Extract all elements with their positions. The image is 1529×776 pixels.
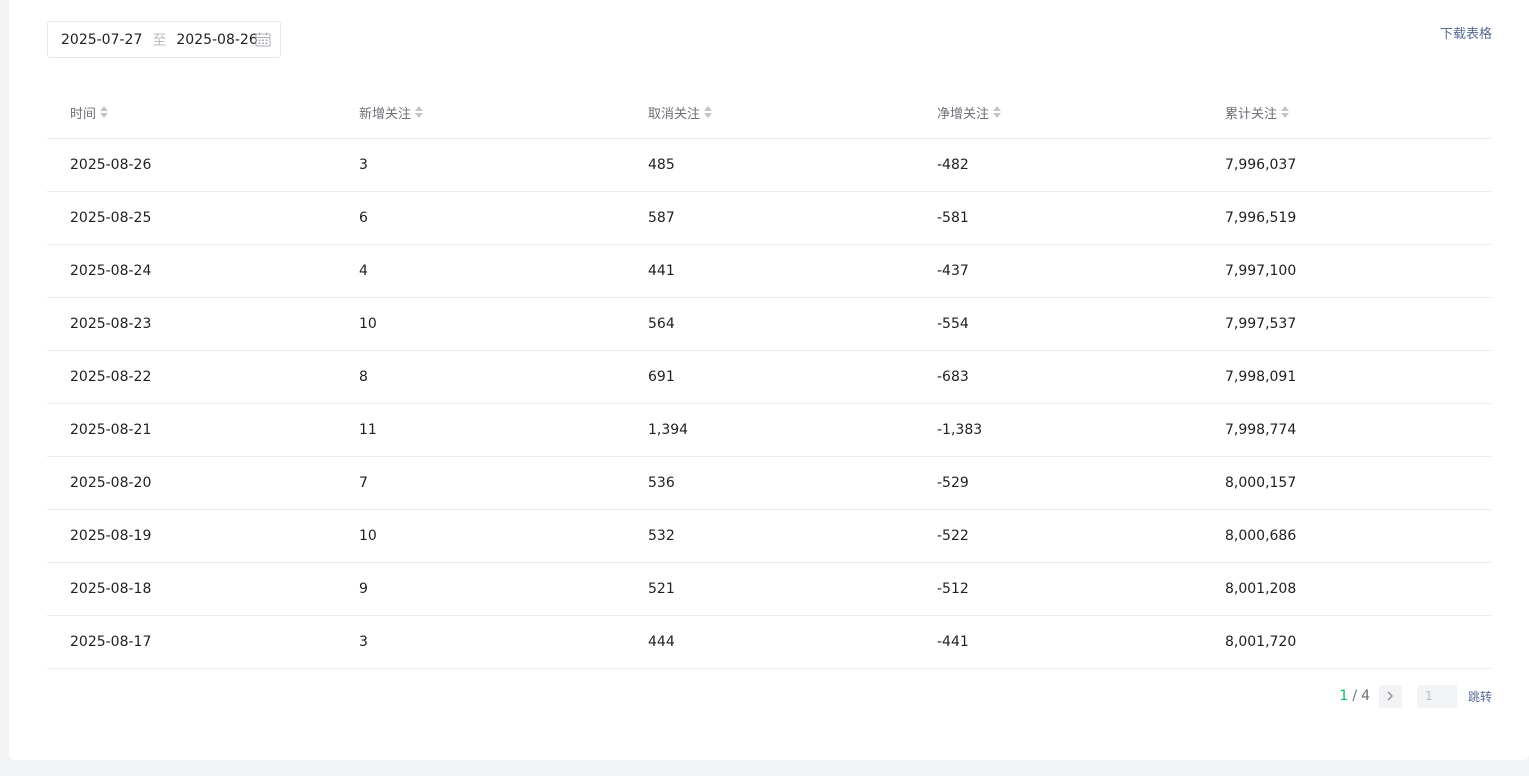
cell-net-follow: -554 [937,316,969,332]
cell-unfollow: 485 [648,157,675,173]
cell-net-follow: -512 [937,581,969,597]
cell-time: 2025-08-22 [70,369,152,385]
cell-total-follow: 8,000,157 [1225,475,1297,491]
date-start[interactable]: 2025-07-27 [61,32,142,48]
table-row: 2025-08-21 11 1,394 -1,383 7,998,774 [47,404,1491,457]
table-row: 2025-08-17 3 444 -441 8,001,720 [47,616,1491,669]
data-panel: 2025-07-27 至 2025-08-26 下载表格 时间 新增关注 取消关… [9,0,1529,760]
date-range-picker[interactable]: 2025-07-27 至 2025-08-26 [47,21,281,58]
table-header: 时间 新增关注 取消关注 净增关注 累计关注 [47,86,1491,139]
calendar-icon[interactable] [255,32,271,47]
sort-icon[interactable] [414,105,424,119]
cell-unfollow: 536 [648,475,675,491]
column-header-total-follow[interactable]: 累计关注 [1202,103,1491,122]
sort-icon[interactable] [99,105,109,119]
table-row: 2025-08-22 8 691 -683 7,998,091 [47,351,1491,404]
cell-new-follow: 3 [359,634,368,650]
cell-net-follow: -441 [937,634,969,650]
cell-new-follow: 6 [359,210,368,226]
cell-time: 2025-08-20 [70,475,152,491]
cell-new-follow: 7 [359,475,368,491]
column-header-net-follow[interactable]: 净增关注 [914,103,1202,122]
cell-net-follow: -683 [937,369,969,385]
sort-icon[interactable] [992,105,1002,119]
cell-net-follow: -482 [937,157,969,173]
pagination-total-pages: 4 [1361,688,1370,704]
cell-new-follow: 10 [359,316,377,332]
cell-time: 2025-08-26 [70,157,152,173]
next-page-button[interactable] [1378,684,1402,708]
cell-time: 2025-08-21 [70,422,152,438]
cell-time: 2025-08-18 [70,581,152,597]
table-row: 2025-08-26 3 485 -482 7,996,037 [47,139,1491,192]
cell-unfollow: 564 [648,316,675,332]
cell-unfollow: 441 [648,263,675,279]
cell-new-follow: 9 [359,581,368,597]
cell-unfollow: 587 [648,210,675,226]
cell-unfollow: 691 [648,369,675,385]
cell-time: 2025-08-25 [70,210,152,226]
cell-total-follow: 7,998,091 [1225,369,1297,385]
cell-new-follow: 11 [359,422,377,438]
pagination: 1 / 4 跳转 [1339,684,1492,708]
cell-total-follow: 8,001,208 [1225,581,1297,597]
table-row: 2025-08-18 9 521 -512 8,001,208 [47,563,1491,616]
sort-icon[interactable] [703,105,713,119]
cell-total-follow: 7,996,037 [1225,157,1297,173]
download-table-link[interactable]: 下载表格 [1440,23,1492,42]
table-row: 2025-08-19 10 532 -522 8,000,686 [47,510,1491,563]
pagination-current-page: 1 [1339,688,1349,704]
table-row: 2025-08-23 10 564 -554 7,997,537 [47,298,1491,351]
cell-total-follow: 7,997,537 [1225,316,1297,332]
cell-time: 2025-08-17 [70,634,152,650]
cell-net-follow: -529 [937,475,969,491]
cell-unfollow: 532 [648,528,675,544]
table-row: 2025-08-20 7 536 -529 8,000,157 [47,457,1491,510]
cell-unfollow: 444 [648,634,675,650]
cell-time: 2025-08-24 [70,263,152,279]
sort-icon[interactable] [1280,105,1290,119]
cell-total-follow: 8,001,720 [1225,634,1297,650]
cell-net-follow: -1,383 [937,422,983,438]
cell-total-follow: 8,000,686 [1225,528,1297,544]
page-jump-button[interactable]: 跳转 [1468,688,1492,705]
table-row: 2025-08-25 6 587 -581 7,996,519 [47,192,1491,245]
cell-new-follow: 10 [359,528,377,544]
column-header-unfollow[interactable]: 取消关注 [625,103,914,122]
cell-unfollow: 521 [648,581,675,597]
cell-new-follow: 3 [359,157,368,173]
date-end[interactable]: 2025-08-26 [176,32,257,48]
cell-total-follow: 7,997,100 [1225,263,1297,279]
cell-unfollow: 1,394 [648,422,689,438]
column-header-new-follow[interactable]: 新增关注 [336,103,625,122]
cell-net-follow: -581 [937,210,969,226]
fans-data-table: 时间 新增关注 取消关注 净增关注 累计关注 2025-08-26 3 485 … [47,86,1491,669]
cell-net-follow: -522 [937,528,969,544]
pagination-separator: / [1352,688,1358,704]
cell-new-follow: 4 [359,263,368,279]
page-jump-input[interactable] [1416,684,1457,708]
date-separator: 至 [152,32,167,49]
cell-new-follow: 8 [359,369,368,385]
cell-time: 2025-08-23 [70,316,152,332]
cell-time: 2025-08-19 [70,528,152,544]
chevron-right-icon [1388,691,1394,701]
cell-total-follow: 7,998,774 [1225,422,1297,438]
cell-total-follow: 7,996,519 [1225,210,1297,226]
table-row: 2025-08-24 4 441 -437 7,997,100 [47,245,1491,298]
cell-net-follow: -437 [937,263,969,279]
column-header-time[interactable]: 时间 [47,103,336,122]
